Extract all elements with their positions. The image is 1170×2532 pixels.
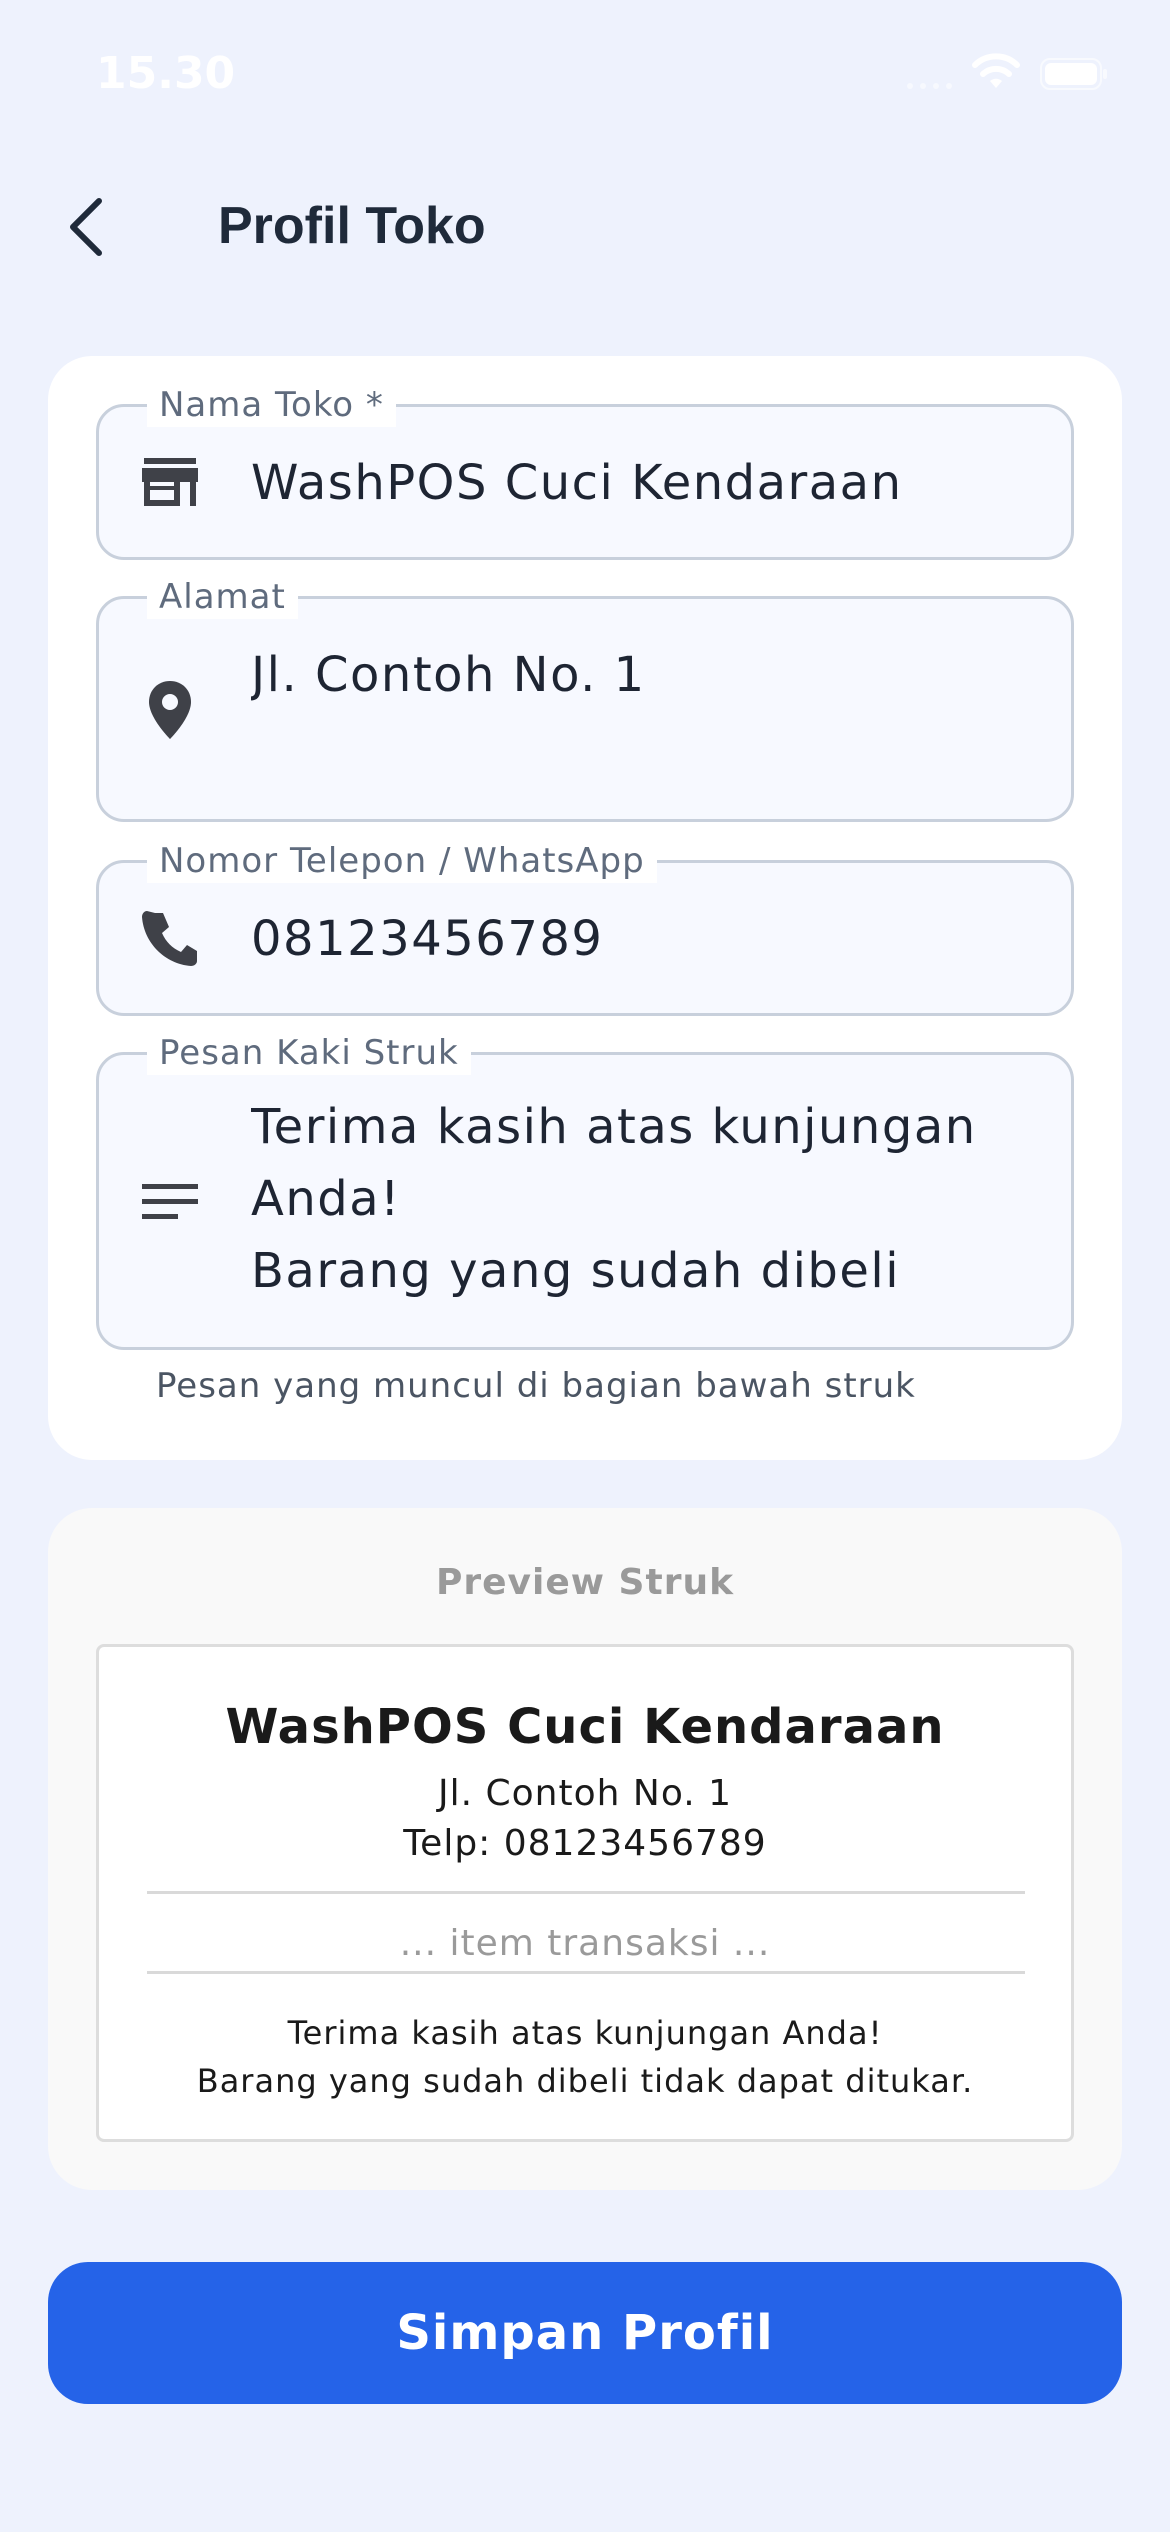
chevron-left-icon: [70, 198, 102, 256]
phone-input[interactable]: 08123456789: [251, 903, 1011, 975]
status-time: 15.30: [96, 48, 236, 99]
receipt-footer-input[interactable]: Terima kasih atas kunjungan Anda! Barang…: [251, 1091, 1011, 1307]
store-profile-form: Nama Toko * WashPOS Cuci Kendaraan Alama…: [48, 356, 1122, 1460]
app-header: Profil Toko: [0, 170, 1170, 280]
status-bar: 15.30: [0, 0, 1170, 150]
receipt-preview: WashPOS Cuci Kendaraan Jl. Contoh No. 1 …: [96, 1644, 1074, 2142]
store-name-input[interactable]: WashPOS Cuci Kendaraan: [251, 447, 1011, 519]
signal-icon: [906, 78, 956, 97]
store-name-label: Nama Toko *: [147, 383, 396, 427]
receipt-store-name: WashPOS Cuci Kendaraan: [225, 1699, 945, 1755]
receipt-footer-text: Terima kasih atas kunjungan Anda! Barang…: [196, 2014, 974, 2100]
receipt-footer-field[interactable]: Pesan Kaki Struk Terima kasih atas kunju…: [96, 1031, 1074, 1350]
battery-icon: [1040, 58, 1108, 94]
phone-field[interactable]: Nomor Telepon / WhatsApp 08123456789: [96, 839, 1074, 1016]
phone-label: Nomor Telepon / WhatsApp: [147, 839, 657, 883]
receipt-address: Jl. Contoh No. 1: [438, 1773, 732, 1814]
receipt-divider-top: [147, 1891, 1025, 1894]
notes-lines-icon: [135, 1167, 205, 1237]
preview-title: Preview Struk: [435, 1562, 735, 1603]
store-icon: [135, 447, 205, 517]
save-profile-button[interactable]: Simpan Profil: [48, 2262, 1122, 2404]
back-button[interactable]: [50, 192, 120, 262]
receipt-phone: Telp: 08123456789: [403, 1823, 767, 1864]
receipt-footer-label: Pesan Kaki Struk: [147, 1031, 471, 1075]
wifi-icon: [970, 52, 1022, 96]
page-title: Profil Toko: [218, 197, 486, 255]
receipt-footer-helper: Pesan yang muncul di bagian bawah struk: [156, 1366, 916, 1406]
receipt-items-placeholder: ... item transaksi ...: [399, 1923, 771, 1964]
store-name-field[interactable]: Nama Toko * WashPOS Cuci Kendaraan: [96, 383, 1074, 560]
address-input[interactable]: Jl. Contoh No. 1: [251, 639, 1011, 711]
receipt-preview-card: Preview Struk WashPOS Cuci Kendaraan Jl.…: [48, 1508, 1122, 2190]
address-label: Alamat: [147, 575, 298, 619]
address-field[interactable]: Alamat Jl. Contoh No. 1: [96, 575, 1074, 822]
phone-icon: [135, 903, 205, 973]
location-pin-icon: [135, 675, 205, 745]
receipt-divider-bottom: [147, 1971, 1025, 1974]
